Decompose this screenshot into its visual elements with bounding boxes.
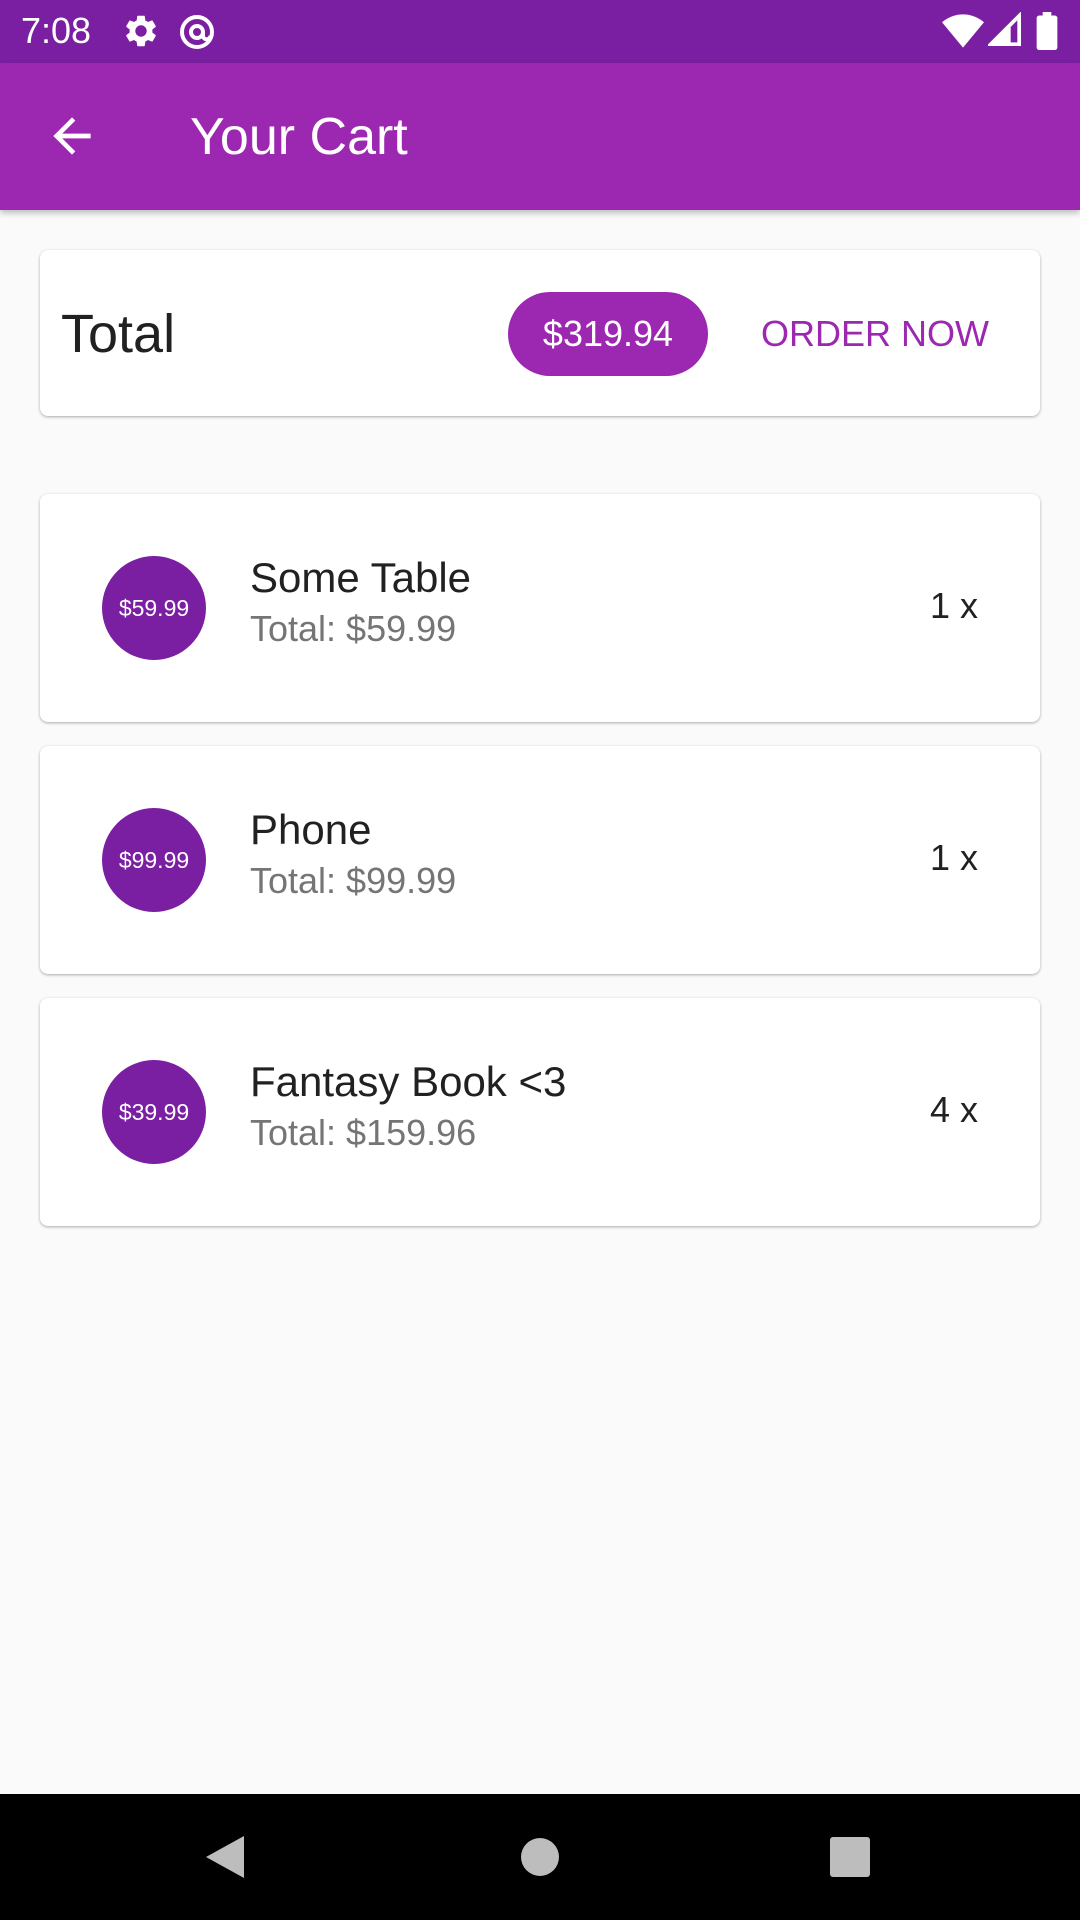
recents-square-icon[interactable] <box>830 1837 870 1877</box>
status-time: 7:08 <box>21 10 92 51</box>
app-bar: Your Cart <box>0 63 1080 210</box>
wifi-icon <box>942 14 984 48</box>
item-quantity: 1 x <box>929 585 978 626</box>
total-card: Total $319.94 ORDER NOW <box>40 250 1040 416</box>
total-label: Total <box>61 304 176 364</box>
item-price-avatar: $59.99 <box>102 556 206 660</box>
item-quantity: 1 x <box>929 837 978 878</box>
cart-item[interactable]: $59.99 Some Table Total: $59.99 1 x <box>40 494 1040 722</box>
item-price-avatar: $99.99 <box>102 808 206 912</box>
at-sign-icon <box>180 15 214 49</box>
status-bar: 7:08 <box>0 0 1080 63</box>
item-total: Total: $159.96 <box>250 1112 477 1153</box>
back-triangle-icon[interactable] <box>204 1834 246 1880</box>
order-now-button[interactable]: ORDER NOW <box>750 292 1000 376</box>
item-name: Some Table <box>250 554 472 601</box>
item-total: Total: $99.99 <box>250 860 457 901</box>
cart-item[interactable]: $99.99 Phone Total: $99.99 1 x <box>40 746 1040 974</box>
arrow-back-icon[interactable] <box>44 108 100 164</box>
navigation-bar <box>0 1794 1080 1920</box>
cell-signal-icon <box>988 12 1022 47</box>
item-name: Phone <box>250 806 372 853</box>
item-price-avatar: $39.99 <box>102 1060 206 1164</box>
item-quantity: 4 x <box>929 1089 978 1130</box>
total-amount-chip: $319.94 <box>508 292 708 376</box>
item-total: Total: $59.99 <box>250 608 457 649</box>
battery-icon <box>1036 12 1058 50</box>
settings-icon <box>126 15 156 47</box>
cart-item[interactable]: $39.99 Fantasy Book <3 Total: $159.96 4 … <box>40 998 1040 1226</box>
item-name: Fantasy Book <3 <box>250 1058 567 1105</box>
home-circle-icon[interactable] <box>520 1837 560 1877</box>
page-title: Your Cart <box>190 108 408 166</box>
